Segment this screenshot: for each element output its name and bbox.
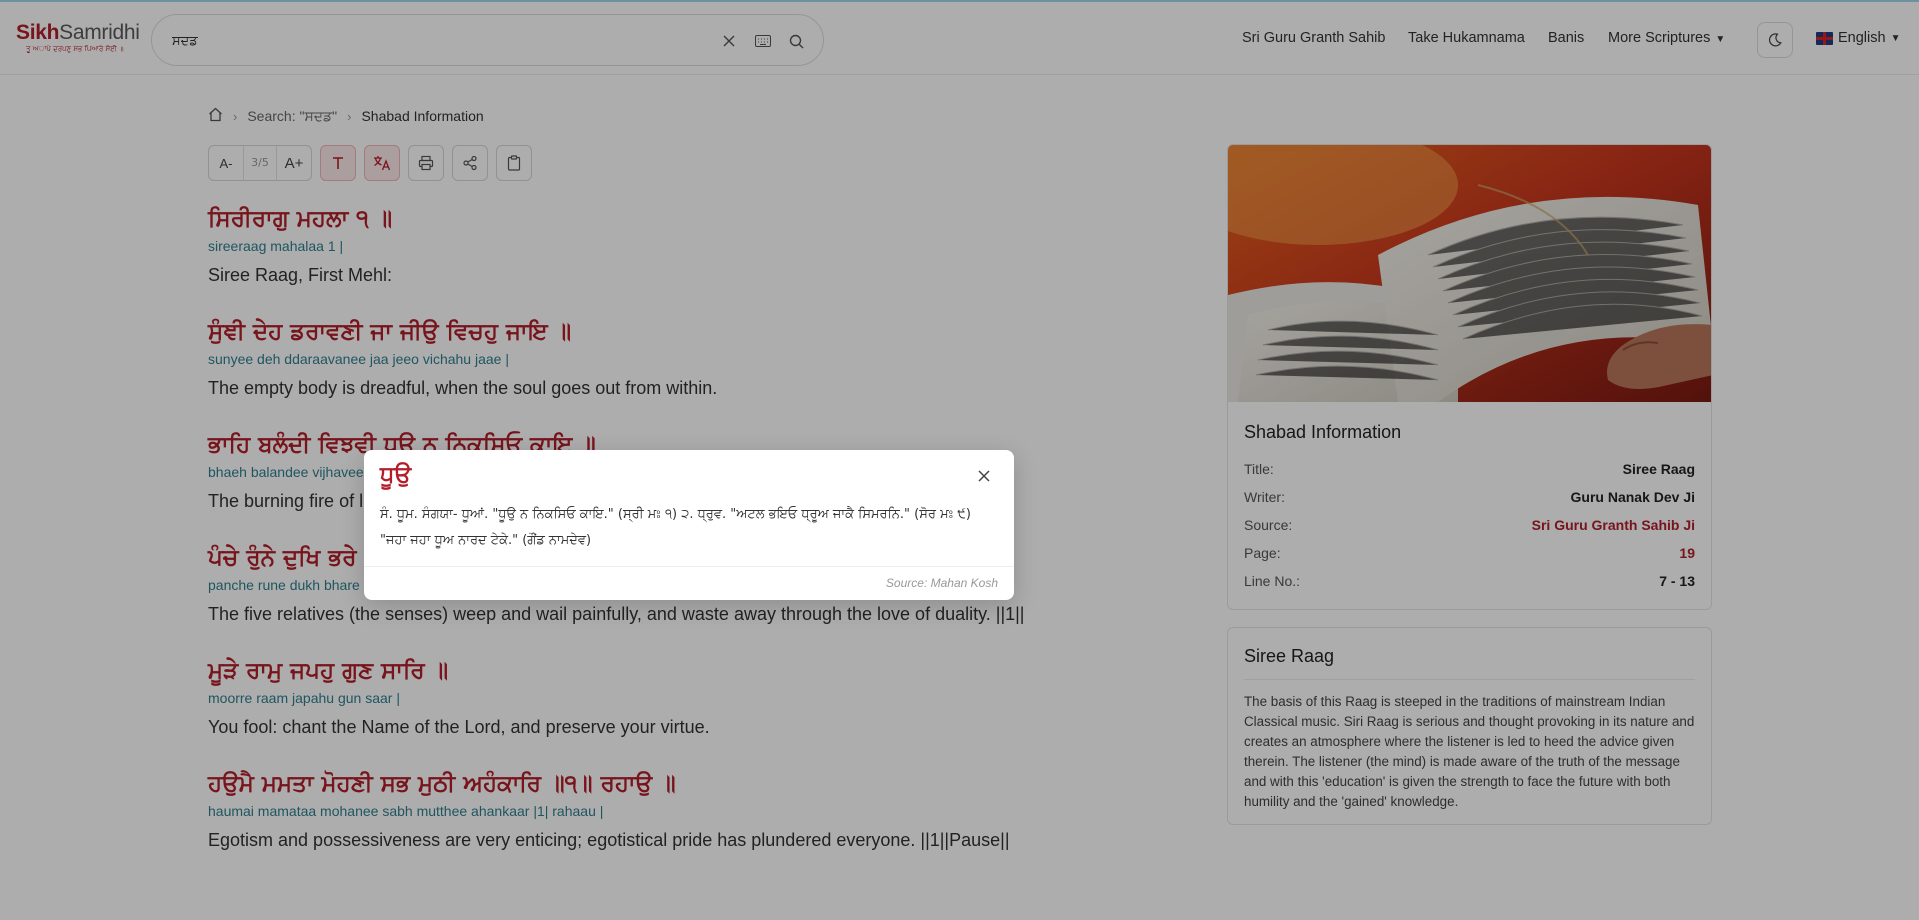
dialog-title: ਧੂਉ bbox=[380, 462, 412, 488]
close-icon[interactable] bbox=[972, 464, 996, 488]
dialog-source: Source: Mahan Kosh bbox=[364, 566, 1014, 600]
word-meaning-dialog: ਧੂਉ ਸੰ. ਧੂਮ. ਸੰਗਯਾ- ਧੂਆਂ. "ਧੂਉ ਨ ਨਿਕਸਿਓ … bbox=[364, 450, 1014, 600]
dialog-definition: ਸੰ. ਧੂਮ. ਸੰਗਯਾ- ਧੂਆਂ. "ਧੂਉ ਨ ਨਿਕਸਿਓ ਕਾਇ.… bbox=[380, 507, 971, 548]
